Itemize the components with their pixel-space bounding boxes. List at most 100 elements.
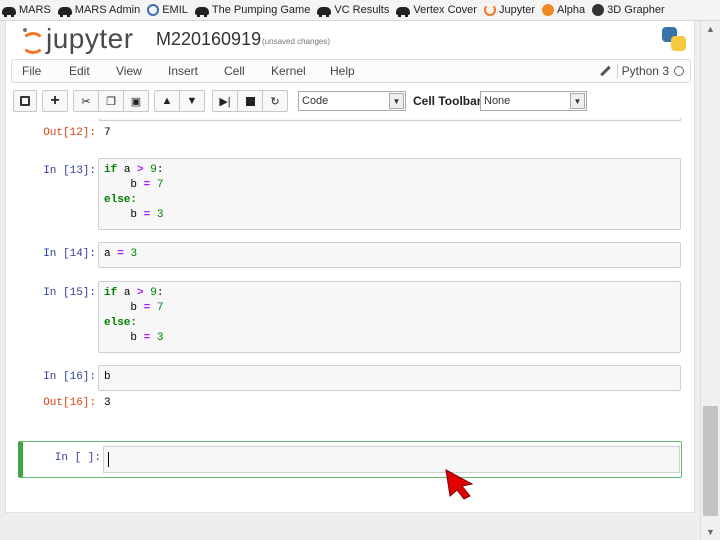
move-up-button[interactable]: ▲ [154,90,180,112]
save-status: (unsaved changes) [262,37,331,46]
bookmark-label: VC Results [334,4,390,16]
mouse-cursor-icon [445,469,474,500]
vertical-scrollbar[interactable]: ▲ ▼ [700,21,720,540]
arrow-up-icon: ▲ [161,95,173,107]
input-prompt: In [14]: [43,248,96,260]
restart-button[interactable]: ↻ [262,90,288,112]
menu-insert[interactable]: Insert [168,64,198,78]
cell-input-edge [99,118,681,121]
output-prompt: Out[12]: [43,127,96,139]
scroll-down-icon[interactable]: ▼ [701,524,720,540]
input-prompt: In [16]: [43,371,96,383]
menu-kernel[interactable]: Kernel [271,64,306,78]
bookmark-mars[interactable]: MARS [2,4,51,17]
run-button-group: ▶| ↻ [212,90,288,112]
menu-view[interactable]: View [116,64,142,78]
paste-button[interactable]: ▣ [123,90,149,112]
active-code-cell[interactable]: In [ ]: [18,441,682,478]
bookmark-alpha[interactable]: Alpha [542,4,585,16]
bookmark-3d-grapher[interactable]: 3D Grapher [592,4,665,16]
chevron-down-icon: ▼ [570,93,585,109]
jupyter-logo-icon [20,28,45,54]
notebook-cells: Out[12]: 7 In [13]: if a > 9: b = 7 else… [6,118,696,513]
menu-edit[interactable]: Edit [69,64,90,78]
copy-button[interactable]: ❐ [98,90,124,112]
text-caret [108,452,109,467]
plus-icon: + [50,92,60,109]
emil-icon [147,4,160,16]
paste-icon: ▣ [130,95,142,108]
bookmark-label: MARS [19,4,51,16]
bookmark-label: Vertex Cover [413,4,477,16]
edit-button-group: ✂ ❐ ▣ [73,90,149,112]
scrollbar-thumb[interactable] [703,406,718,516]
car-icon [194,7,209,17]
scissors-icon: ✂ [81,95,91,108]
move-button-group: ▲ ▼ [154,90,205,112]
bookmark-label: Jupyter [498,4,536,16]
bookmark-pumping-game[interactable]: The Pumping Game [194,4,311,17]
bookmark-label: Alpha [557,4,586,16]
bookmark-mars-admin[interactable]: MARS Admin [57,4,141,17]
stop-icon [245,96,255,106]
add-cell-button[interactable]: + [42,90,68,112]
code-cell-input[interactable]: if a > 9: b = 7 else: b = 3 [98,281,681,353]
cell-type-select[interactable]: Code ▼ [298,91,406,111]
notebook-page: jupyter M220160919 (unsaved changes) Fil… [0,21,700,540]
scroll-up-icon[interactable]: ▲ [701,21,720,37]
jupyter-logo[interactable]: jupyter [20,23,134,55]
bookmark-jupyter[interactable]: Jupyter [483,4,536,16]
jupyter-icon [483,4,496,16]
menu-help[interactable]: Help [330,64,355,78]
kernel-indicator: Python 3 [599,64,684,78]
header: jupyter M220160919 (unsaved changes) [6,21,696,59]
menu-file[interactable]: File [22,64,41,78]
divider [616,64,618,78]
cut-button[interactable]: ✂ [73,90,99,112]
grapher-icon [592,4,605,16]
cell-toolbar-label: Cell Toolbar: [413,94,486,108]
input-prompt: In [15]: [43,287,96,299]
bookmark-vc-results[interactable]: VC Results [317,4,390,17]
input-prompt: In [13]: [43,165,96,177]
cell-toolbar-value: None [484,95,511,107]
car-icon [2,7,16,17]
code-cell-input[interactable]: if a > 9: b = 7 else: b = 3 [98,158,681,230]
output-prompt: Out[16]: [43,397,96,409]
menu-bar: File Edit View Insert Cell Kernel Help P… [11,59,691,83]
car-icon [57,7,72,17]
code-cell-input[interactable] [103,446,680,473]
move-down-button[interactable]: ▼ [179,90,205,112]
alpha-icon [542,4,555,16]
bookmark-label: 3D Grapher [607,4,665,16]
notebook-container: jupyter M220160919 (unsaved changes) Fil… [5,21,695,513]
bookmark-emil[interactable]: EMIL [147,4,188,16]
cell-type-value: Code [302,95,329,107]
bookmark-label: EMIL [162,4,188,16]
save-button[interactable] [13,90,37,112]
cell-toolbar-select[interactable]: None ▼ [480,91,587,111]
bookmark-label: MARS Admin [74,4,141,16]
interrupt-button[interactable] [237,90,263,112]
notebook-name[interactable]: M220160919 [156,29,261,50]
kernel-name: Python 3 [621,64,669,78]
cell-output: 3 [104,397,111,409]
kernel-idle-icon [674,66,684,76]
pencil-icon[interactable] [599,65,611,77]
arrow-down-icon: ▼ [186,95,198,107]
car-icon [396,7,411,17]
bookmarks-bar: MARS MARS Admin EMIL The Pumping Game VC… [0,0,720,21]
car-icon [317,7,332,17]
copy-icon: ❐ [106,95,116,108]
code-cell-input[interactable]: b [98,365,681,391]
menu-cell[interactable]: Cell [224,64,245,78]
restart-icon: ↻ [270,95,280,108]
save-icon [20,96,30,106]
logo-text: jupyter [46,23,134,54]
code-cell-input[interactable]: a = 3 [98,242,681,268]
bookmark-label: The Pumping Game [211,4,311,16]
chevron-down-icon: ▼ [389,93,404,109]
run-button[interactable]: ▶| [212,90,238,112]
input-prompt: In [ ]: [54,452,101,464]
bookmark-vertex-cover[interactable]: Vertex Cover [396,4,477,17]
